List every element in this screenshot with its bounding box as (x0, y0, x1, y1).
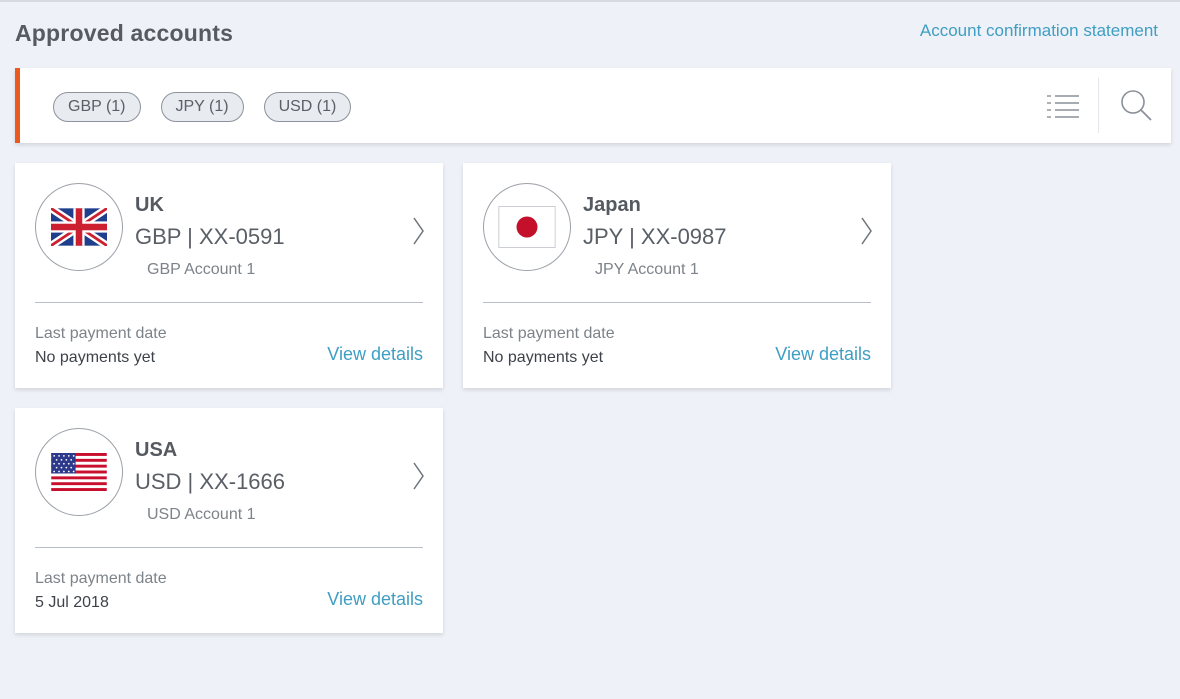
account-card-japan[interactable]: Japan JPY | XX-0987 JPY Account 1 Last p… (463, 163, 891, 388)
usa-flag-icon (51, 453, 107, 491)
filter-chip-jpy[interactable]: JPY (1) (160, 92, 244, 122)
account-card-usa[interactable]: USA USD | XX-1666 USD Account 1 Last pay… (15, 408, 443, 633)
flag-badge (483, 183, 571, 271)
account-name: JPY Account 1 (595, 261, 699, 278)
search-icon[interactable] (1119, 88, 1155, 124)
chevron-right-icon[interactable] (411, 215, 427, 247)
country-name: UK (135, 194, 164, 216)
currency-filter-chips: GBP (1) JPY (1) USD (1) (53, 92, 352, 122)
account-number: GBP | XX-0591 (135, 224, 285, 249)
last-payment-value: No payments yet (483, 349, 604, 366)
account-number: JPY | XX-0987 (583, 224, 727, 249)
japan-flag-icon (498, 206, 556, 248)
view-details-link[interactable]: View details (327, 589, 423, 610)
page-title: Approved accounts (15, 20, 234, 46)
account-name: USD Account 1 (147, 506, 256, 523)
uk-flag-icon (51, 208, 107, 246)
card-divider (483, 302, 871, 303)
chevron-right-icon[interactable] (411, 460, 427, 492)
flag-badge (35, 428, 123, 516)
last-payment-value: No payments yet (35, 349, 156, 366)
view-details-link[interactable]: View details (327, 344, 423, 365)
toolbar-divider (1098, 78, 1099, 133)
flag-badge (35, 183, 123, 271)
last-payment-value: 5 Jul 2018 (35, 594, 109, 611)
view-details-link[interactable]: View details (775, 344, 871, 365)
top-border (0, 0, 1180, 2)
chevron-right-icon[interactable] (859, 215, 875, 247)
account-number: USD | XX-1666 (135, 469, 286, 494)
account-confirmation-statement-link[interactable]: Account confirmation statement (920, 21, 1158, 41)
country-name: Japan (583, 194, 641, 216)
account-name: GBP Account 1 (147, 261, 256, 278)
filter-chip-usd[interactable]: USD (1) (263, 92, 352, 122)
last-payment-label: Last payment date (35, 325, 167, 342)
list-icon[interactable] (1045, 92, 1081, 122)
country-name: USA (135, 439, 178, 461)
last-payment-label: Last payment date (483, 325, 615, 342)
account-card-uk[interactable]: UK GBP | XX-0591 GBP Account 1 Last paym… (15, 163, 443, 388)
last-payment-label: Last payment date (35, 570, 167, 587)
card-divider (35, 547, 423, 548)
card-divider (35, 302, 423, 303)
filter-bar: GBP (1) JPY (1) USD (1) (15, 68, 1171, 143)
filter-chip-gbp[interactable]: GBP (1) (53, 92, 141, 122)
